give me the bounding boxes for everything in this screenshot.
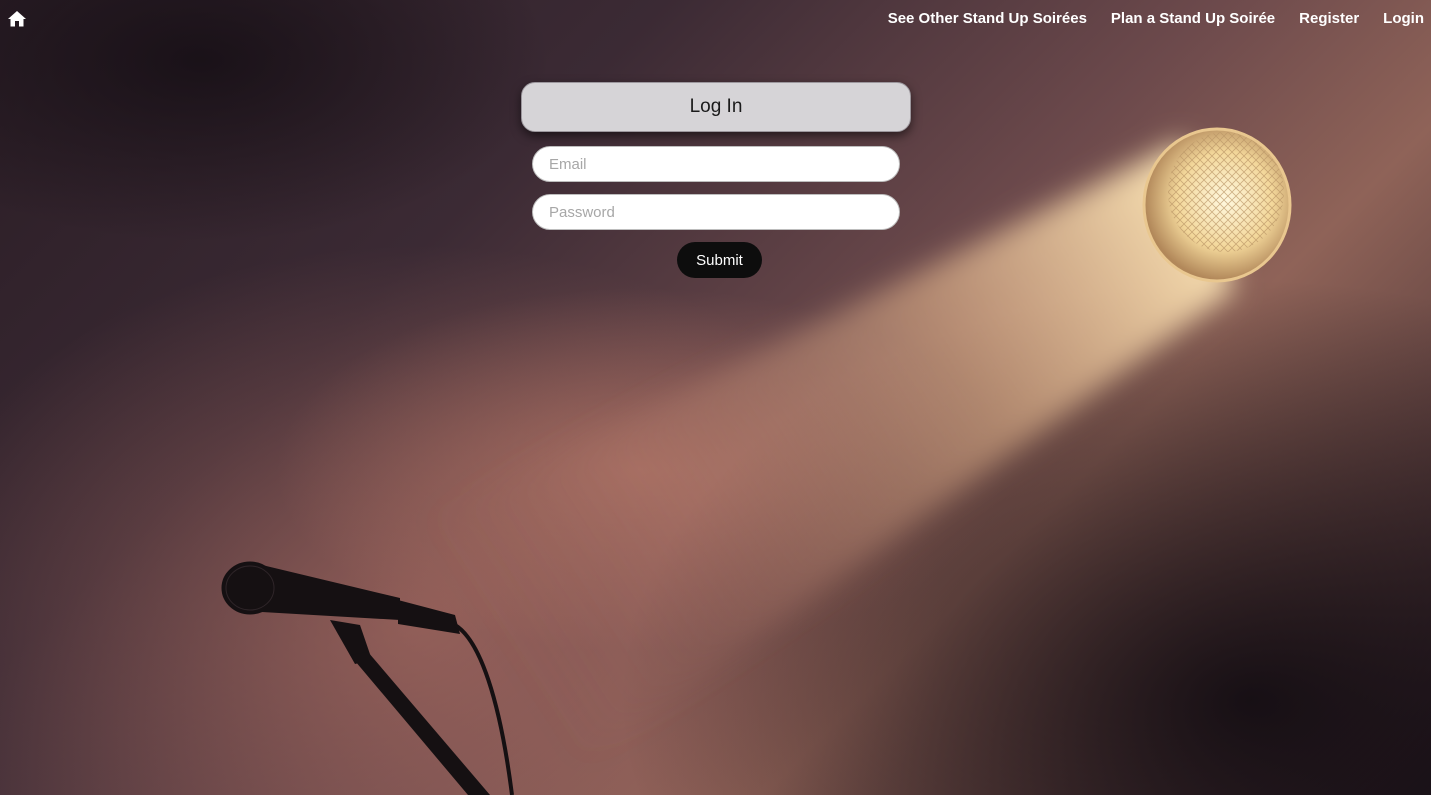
home-icon[interactable] (7, 9, 27, 29)
login-title: Log In (521, 82, 911, 132)
nav-link-register[interactable]: Register (1299, 9, 1359, 29)
nav-link-see-other-soirees[interactable]: See Other Stand Up Soirées (888, 9, 1087, 29)
email-field[interactable] (532, 146, 900, 182)
submit-button[interactable]: Submit (677, 242, 762, 278)
password-field[interactable] (532, 194, 900, 230)
nav-link-login[interactable]: Login (1383, 9, 1424, 29)
background-stage: See Other Stand Up Soirées Plan a Stand … (0, 0, 1431, 795)
home-icon-glyph (8, 11, 26, 27)
top-nav: See Other Stand Up Soirées Plan a Stand … (0, 0, 1431, 38)
nav-link-plan-soiree[interactable]: Plan a Stand Up Soirée (1111, 9, 1275, 29)
nav-links: See Other Stand Up Soirées Plan a Stand … (888, 9, 1424, 29)
login-form: Log In Submit (521, 82, 911, 278)
